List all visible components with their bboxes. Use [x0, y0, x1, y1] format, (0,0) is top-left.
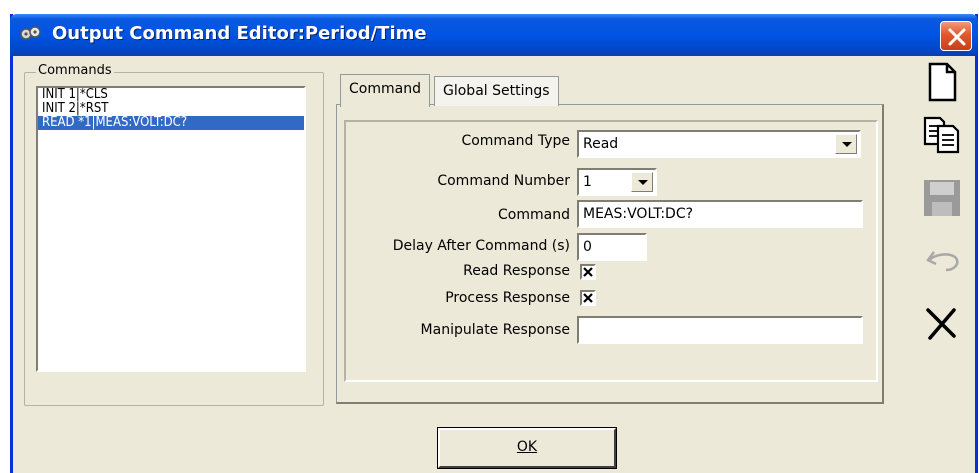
list-item[interactable]: INIT 1|*CLS	[38, 88, 304, 102]
copy-button[interactable]	[920, 112, 964, 156]
commands-list[interactable]: INIT 1|*CLS INIT 2|*RST READ *1|MEAS:VOL…	[36, 86, 306, 372]
save-icon	[924, 180, 960, 216]
undo-button[interactable]	[920, 238, 964, 282]
chevron-down-icon[interactable]	[631, 172, 653, 192]
commands-group-label: Commands	[36, 63, 114, 78]
check-icon	[583, 293, 593, 303]
ok-button[interactable]: OK	[437, 427, 617, 469]
window-title: Output Command Editor:Period/Time	[52, 23, 427, 44]
list-item-selected[interactable]: READ *1|MEAS:VOLT:DC?	[38, 116, 304, 130]
copy-icon	[923, 116, 960, 154]
close-button[interactable]	[940, 21, 972, 51]
app-icon	[20, 24, 42, 44]
command-input[interactable]: MEAS:VOLT:DC?	[577, 200, 863, 228]
title-bar[interactable]: Output Command Editor:Period/Time	[10, 14, 978, 56]
check-icon	[583, 267, 593, 277]
command-type-label: Command Type	[461, 133, 570, 149]
command-label: Command	[498, 207, 570, 223]
delete-icon	[926, 308, 956, 340]
process-response-checkbox[interactable]	[580, 290, 596, 306]
command-number-label: Command Number	[437, 173, 570, 189]
undo-icon	[926, 251, 959, 272]
read-response-label: Read Response	[463, 263, 570, 279]
delay-input[interactable]: 0	[577, 233, 647, 261]
close-icon	[948, 28, 966, 46]
ok-button-label: OK	[516, 439, 538, 455]
command-type-value: Read	[583, 136, 619, 152]
new-button[interactable]	[920, 60, 964, 104]
command-number-value: 1	[583, 174, 592, 190]
process-response-label: Process Response	[445, 290, 570, 306]
delay-label: Delay After Command (s)	[392, 238, 570, 254]
command-type-select[interactable]: Read	[577, 130, 861, 158]
read-response-checkbox[interactable]	[580, 264, 596, 280]
delete-button[interactable]	[920, 302, 964, 346]
manipulate-response-input[interactable]	[577, 316, 863, 344]
save-button[interactable]	[920, 176, 964, 220]
command-number-select[interactable]: 1	[577, 168, 657, 196]
manipulate-response-label: Manipulate Response	[420, 322, 570, 338]
tab-global-settings[interactable]: Global Settings	[434, 76, 559, 106]
tab-command[interactable]: Command	[340, 74, 430, 107]
chevron-down-icon[interactable]	[835, 134, 857, 154]
new-document-icon	[928, 62, 957, 102]
list-item[interactable]: INIT 2|*RST	[38, 102, 304, 116]
